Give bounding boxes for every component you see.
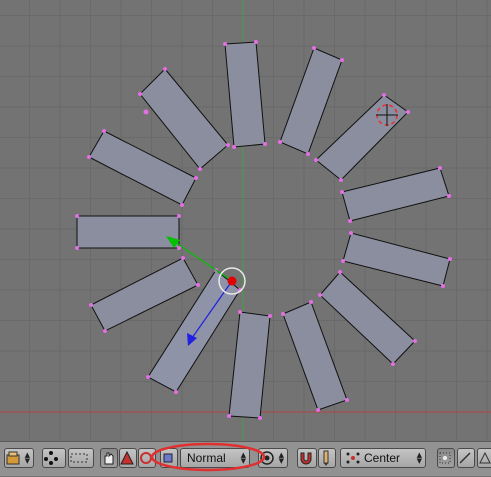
proportional-circle-icon: [260, 451, 274, 465]
mesh-vertex[interactable]: [312, 46, 316, 50]
pivot-mode-label: Normal: [187, 451, 226, 465]
snap-magnet-button[interactable]: [297, 448, 317, 468]
mesh-face[interactable]: [139, 68, 229, 170]
mesh-vertex[interactable]: [174, 390, 178, 394]
mesh-vertex[interactable]: [254, 40, 258, 44]
mesh-vertex[interactable]: [268, 314, 272, 318]
vertex-mode-button[interactable]: [437, 448, 455, 468]
pivot-mode-select[interactable]: Normal ▲ ▼: [180, 448, 250, 468]
mesh-vertex[interactable]: [340, 190, 344, 194]
vertex-select-icon: [70, 453, 88, 463]
scale-circle-icon: [140, 452, 152, 464]
viewport-header: ▲ ▼ Normal ▲ ▼ ▲ ▼ Center ▲ ▼: [0, 441, 491, 476]
mesh-vertex[interactable]: [223, 42, 227, 46]
mesh-vertex[interactable]: [309, 300, 313, 304]
pencil-icon: [323, 450, 329, 466]
mesh-vertex[interactable]: [227, 414, 231, 418]
mesh-vertex[interactable]: [306, 152, 310, 156]
mesh-vertex[interactable]: [87, 155, 91, 159]
mesh-vertex[interactable]: [238, 310, 242, 314]
3d-viewport[interactable]: [0, 0, 491, 441]
mesh-vertex[interactable]: [181, 256, 185, 260]
mesh-vertex[interactable]: [281, 312, 285, 316]
hand-translate-icon: [104, 452, 114, 465]
mesh-vertex[interactable]: [146, 375, 150, 379]
mesh-vertex[interactable]: [196, 283, 200, 287]
vertex-mode-icon: [439, 452, 451, 464]
mesh-vertex[interactable]: [348, 219, 352, 223]
rotate-triangle-icon: [120, 451, 134, 465]
translate-manipulator-button[interactable]: [100, 448, 118, 468]
mesh-vertex[interactable]: [198, 167, 202, 171]
view-menu-button[interactable]: [42, 448, 66, 468]
edge-mode-icon: [459, 452, 471, 464]
viewport-canvas[interactable]: [0, 0, 491, 441]
mesh-vertex[interactable]: [75, 214, 79, 218]
mesh-vertex[interactable]: [314, 158, 318, 162]
mesh-vertex[interactable]: [345, 398, 349, 402]
mesh-vertex[interactable]: [338, 270, 342, 274]
mesh-vertex[interactable]: [406, 110, 410, 114]
mesh-vertex[interactable]: [391, 362, 395, 366]
mesh-vertex[interactable]: [413, 339, 417, 343]
mesh-vertex[interactable]: [349, 231, 353, 235]
mesh-face[interactable]: [224, 41, 266, 148]
editor-type-button[interactable]: ▲ ▼: [4, 448, 34, 468]
mesh-vertex[interactable]: [382, 93, 386, 97]
mesh-vertex[interactable]: [318, 293, 322, 297]
mesh-vertex[interactable]: [438, 166, 442, 170]
mesh-face[interactable]: [282, 301, 348, 411]
center-dots-icon: [346, 452, 360, 464]
mesh-vertex[interactable]: [177, 214, 181, 218]
mesh-vertex[interactable]: [103, 329, 107, 333]
mesh-face[interactable]: [76, 215, 180, 249]
scale-manipulator-button[interactable]: [138, 448, 156, 468]
mesh-vertex[interactable]: [226, 143, 230, 147]
view-menu-icon: [44, 451, 58, 465]
mesh-vertex[interactable]: [163, 67, 167, 71]
vertex-select-button[interactable]: [68, 448, 94, 468]
mesh-vertex[interactable]: [448, 257, 452, 261]
mesh-face[interactable]: [342, 232, 451, 287]
face-mode-icon: [479, 451, 491, 464]
mesh-vertex[interactable]: [102, 129, 106, 133]
mesh-vertex[interactable]: [180, 203, 184, 207]
mesh-face[interactable]: [228, 311, 271, 419]
edge-mode-button[interactable]: [457, 448, 475, 468]
editor-type-icon: [6, 451, 20, 465]
pivot-center-label: Center: [364, 451, 401, 465]
mesh-vertex[interactable]: [278, 140, 282, 144]
snap-square-icon: [163, 453, 173, 463]
snap-button[interactable]: [160, 448, 178, 468]
loose-vertex[interactable]: [143, 109, 149, 115]
mesh-vertex[interactable]: [441, 284, 445, 288]
manipulator-center[interactable]: [227, 276, 237, 286]
mesh-faces[interactable]: [76, 41, 451, 419]
sculpt-pencil-button[interactable]: [318, 448, 336, 468]
mesh-vertex[interactable]: [339, 178, 343, 182]
mesh-vertex[interactable]: [232, 145, 236, 149]
mesh-vertex[interactable]: [177, 246, 181, 250]
proportional-edit-select[interactable]: ▲ ▼: [258, 448, 288, 468]
mesh-vertex[interactable]: [194, 176, 198, 180]
mesh-vertex[interactable]: [75, 246, 79, 250]
mesh-vertex[interactable]: [340, 58, 344, 62]
magnet-icon: [300, 452, 312, 465]
rotate-manipulator-button[interactable]: [119, 448, 137, 468]
mesh-face[interactable]: [279, 47, 343, 155]
mesh-vertex[interactable]: [258, 416, 262, 420]
face-mode-button[interactable]: [477, 448, 491, 468]
mesh-vertex[interactable]: [447, 194, 451, 198]
mesh-vertex[interactable]: [341, 259, 345, 263]
mesh-vertex[interactable]: [89, 303, 93, 307]
mesh-vertex[interactable]: [316, 408, 320, 412]
mesh-vertex[interactable]: [263, 142, 267, 146]
mesh-vertex[interactable]: [138, 92, 142, 96]
pivot-center-select[interactable]: Center ▲ ▼: [340, 448, 426, 468]
